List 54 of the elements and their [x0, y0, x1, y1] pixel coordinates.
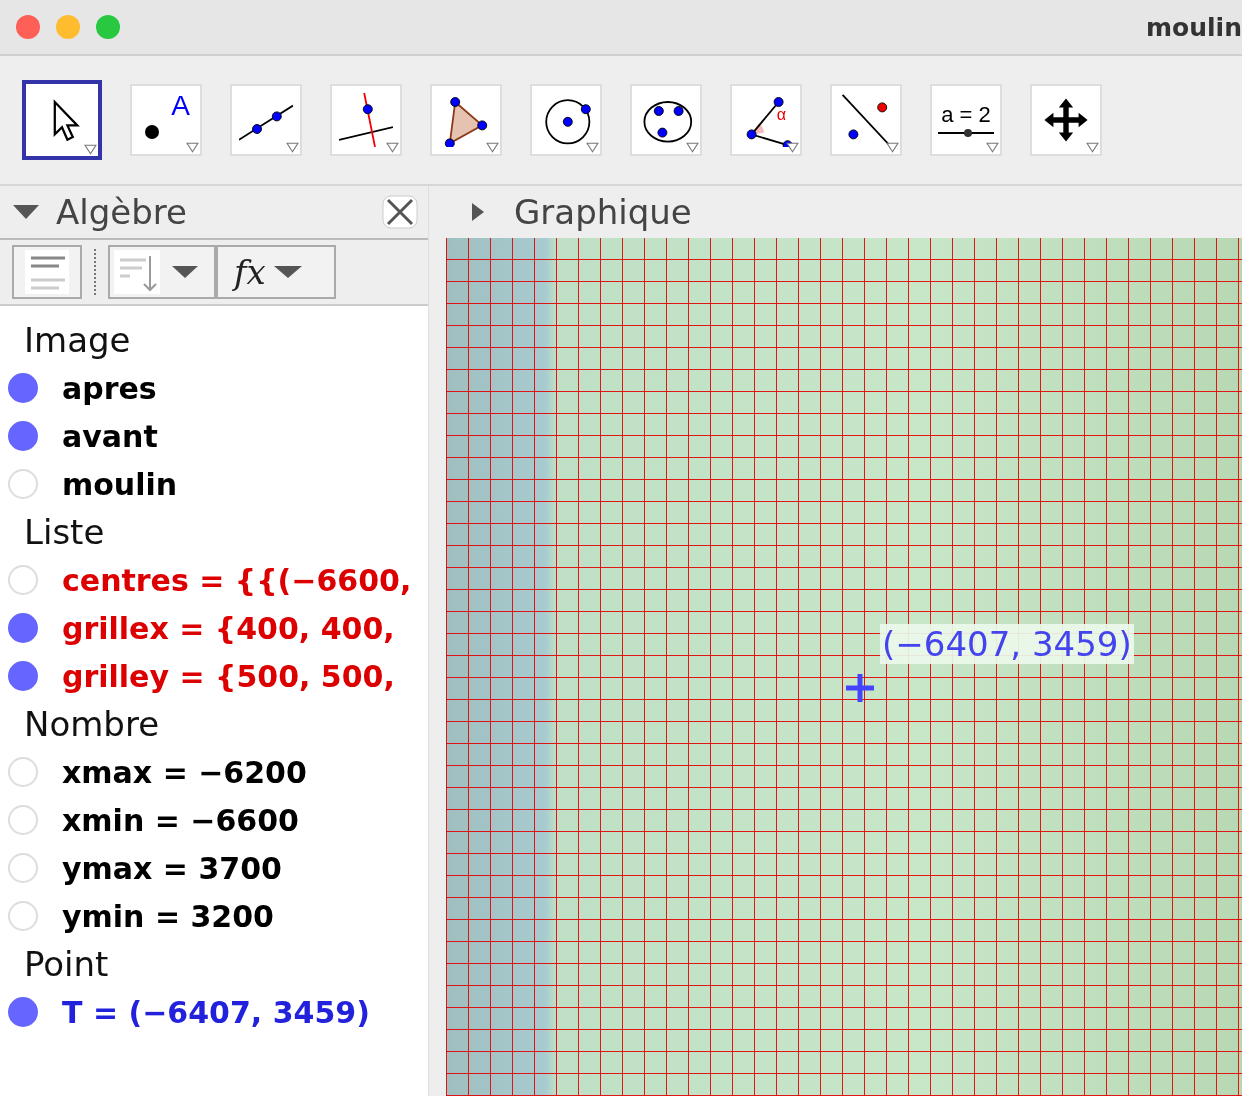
object-entry[interactable]: centres = {{(−6600, [62, 562, 412, 598]
dropdown-triangle-icon [1086, 142, 1099, 153]
object-entry[interactable]: xmax = −6200 [62, 754, 307, 790]
perpendicular-line-icon [339, 93, 393, 147]
visibility-toggle[interactable] [8, 613, 38, 643]
dropdown-triangle-icon [986, 142, 999, 153]
group-heading[interactable]: Point [0, 940, 428, 988]
object-entry[interactable]: T = (−6407, 3459) [62, 994, 370, 1030]
collapse-triangle-icon[interactable] [12, 203, 40, 221]
tool-button[interactable]: A [130, 84, 202, 156]
caret-icon [273, 265, 302, 279]
visibility-toggle[interactable] [8, 997, 38, 1027]
alpha-letter: α [776, 106, 786, 124]
object-entry[interactable]: xmin = −6600 [62, 802, 299, 838]
tool-button[interactable] [22, 80, 102, 160]
text-lines-icon [25, 250, 69, 294]
visibility-toggle[interactable] [8, 373, 38, 403]
dropdown-triangle-icon [686, 142, 699, 153]
dropdown-triangle-icon [786, 142, 799, 153]
slider-icon [936, 128, 996, 138]
visibility-toggle[interactable] [8, 661, 38, 691]
visibility-toggle[interactable] [8, 421, 38, 451]
dropdown-triangle-icon [486, 142, 499, 153]
point-letter: A [171, 90, 190, 122]
group-heading[interactable]: Liste [0, 508, 428, 556]
object-entry[interactable]: grilley = {500, 500, [62, 658, 395, 694]
slider-label: a = 2 [941, 102, 991, 128]
object-entry[interactable]: apres [62, 370, 157, 406]
group-heading[interactable]: Nombre [0, 700, 428, 748]
dropdown-triangle-icon [886, 142, 899, 153]
function-button[interactable]: fx [216, 245, 336, 299]
object-entry[interactable]: ymax = 3700 [62, 850, 282, 886]
object-entry[interactable]: ymin = 3200 [62, 898, 274, 934]
tool-button[interactable]: α [730, 84, 802, 156]
dropdown-triangle-icon [386, 142, 399, 153]
close-icon[interactable] [382, 195, 418, 229]
point-icon [144, 124, 160, 140]
toggle-description-button[interactable] [12, 245, 82, 299]
dropdown-triangle-icon [586, 142, 599, 153]
object-entry[interactable]: moulin [62, 466, 178, 502]
dropdown-triangle-icon [186, 142, 199, 153]
panel-title: Graphique [514, 192, 692, 232]
dropdown-triangle-icon [286, 142, 299, 153]
close-button[interactable] [16, 15, 40, 39]
panel-title: Algèbre [56, 192, 187, 232]
point-marker[interactable] [844, 672, 876, 704]
window-title: moulin [1146, 12, 1242, 42]
tool-button[interactable]: a = 2 [930, 84, 1002, 156]
dropdown-triangle-icon [84, 144, 97, 155]
object-entry[interactable]: avant [62, 418, 158, 454]
sort-button[interactable] [108, 245, 216, 299]
point-label: (−6407, 3459) [880, 624, 1134, 664]
object-entry[interactable]: grillex = {400, 400, [62, 610, 395, 646]
group-heading[interactable]: Image [0, 316, 428, 364]
